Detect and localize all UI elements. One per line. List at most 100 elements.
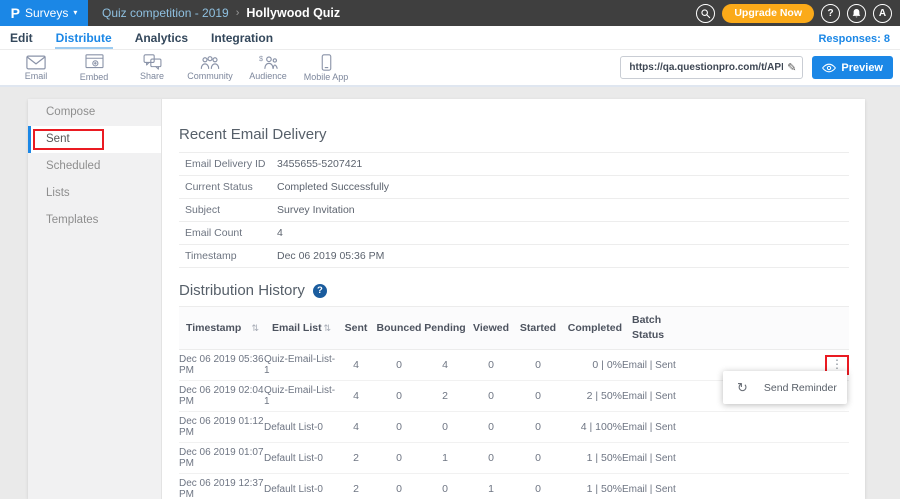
responses-count-link[interactable]: Responses: 8: [818, 33, 890, 49]
row3-viewed: 0: [468, 412, 514, 443]
mobile-phone-icon: [321, 54, 332, 71]
row3-email-list: Default List-0: [264, 412, 336, 443]
search-button[interactable]: [696, 4, 715, 23]
row3-bounced: 0: [376, 412, 422, 443]
preview-button[interactable]: Preview: [812, 56, 893, 79]
row5-sent: 2: [336, 474, 376, 499]
sort-icon[interactable]: ⇅: [323, 323, 336, 334]
subject-value: Survey Invitation: [277, 204, 355, 216]
envelope-icon: [26, 55, 46, 70]
chevron-down-icon: ▾: [73, 9, 77, 17]
row5-timestamp: Dec 06 2019 12:37 PM: [179, 474, 264, 499]
questionpro-logo[interactable]: P: [11, 5, 20, 21]
surveys-product-menu[interactable]: P Surveys ▾: [0, 0, 88, 26]
account-avatar[interactable]: A: [873, 4, 892, 23]
row2-timestamp: Dec 06 2019 02:04 PM: [179, 381, 264, 412]
breadcrumb-folder[interactable]: Quiz competition - 2019: [102, 6, 229, 20]
breadcrumb-survey-name: Hollywood Quiz: [246, 6, 340, 20]
col-bounced: Bounced: [376, 307, 422, 350]
toolbar-audience-button[interactable]: $ Audience: [239, 54, 297, 81]
help-button[interactable]: ?: [821, 4, 840, 23]
sidebar-item-lists[interactable]: Lists: [28, 180, 161, 207]
toolbar-share-label: Share: [140, 71, 164, 81]
upgrade-now-button[interactable]: Upgrade Now: [722, 4, 814, 23]
row1-bounced: 0: [376, 350, 422, 381]
row2-email-list: Quiz-Email-List-1: [264, 381, 336, 412]
people-group-icon: [200, 55, 220, 70]
timestamp-label: Timestamp: [185, 250, 277, 262]
col-actions: [710, 307, 849, 350]
toolbar-right-group: ✎ Preview: [620, 56, 900, 79]
history-row-5: Dec 06 2019 12:37 PM Default List-0 2 0 …: [179, 474, 849, 499]
tab-edit[interactable]: Edit: [9, 31, 34, 49]
row5-viewed: 1: [468, 474, 514, 499]
row-context-menu: ↻ Send Reminder: [723, 371, 847, 404]
notifications-button[interactable]: [847, 4, 866, 23]
email-count-value: 4: [277, 227, 283, 239]
edit-url-pencil-icon[interactable]: ✎: [785, 61, 802, 74]
tab-analytics[interactable]: Analytics: [134, 31, 189, 49]
row3-batch-status: Email | Sent: [622, 412, 710, 443]
tab-distribute[interactable]: Distribute: [55, 31, 113, 49]
history-help-button[interactable]: ?: [313, 284, 327, 298]
delivery-row-timestamp: Timestamp Dec 06 2019 05:36 PM: [179, 245, 849, 268]
toolbar-embed-label: Embed: [80, 72, 109, 82]
sidebar-item-scheduled[interactable]: Scheduled: [28, 153, 161, 180]
toolbar-email-button[interactable]: Email: [7, 55, 65, 81]
sort-icon[interactable]: ⇅: [251, 323, 264, 334]
delivery-row-id: Email Delivery ID 3455655-5207421: [179, 153, 849, 176]
toolbar-community-label: Community: [187, 71, 233, 81]
col-email-list[interactable]: Email List ⇅: [264, 307, 336, 350]
row3-started: 0: [514, 412, 562, 443]
row4-batch-status: Email | Sent: [622, 443, 710, 474]
current-status-value: Completed Successfully: [277, 181, 389, 193]
embed-window-gear-icon: [85, 54, 104, 71]
sidebar-item-sent-label: Sent: [46, 133, 70, 145]
row2-sent: 4: [336, 381, 376, 412]
sidebar-item-sent[interactable]: Sent: [28, 126, 161, 153]
toolbar-mobile-app-label: Mobile App: [304, 72, 349, 82]
row2-pending: 2: [422, 381, 468, 412]
row3-actions: [710, 412, 849, 443]
sidebar-item-compose[interactable]: Compose: [28, 99, 161, 126]
toolbar-share-button[interactable]: Share: [123, 54, 181, 81]
col-sent: Sent: [336, 307, 376, 350]
col-batch-status: Batch Status: [622, 307, 710, 350]
row2-completed: 2 | 50%: [562, 381, 622, 412]
history-row-3: Dec 06 2019 01:12 PM Default List-0 4 0 …: [179, 412, 849, 443]
survey-url-box: ✎: [620, 56, 803, 79]
toolbar-mobile-app-button[interactable]: Mobile App: [297, 54, 355, 82]
survey-nav-tabs: Edit Distribute Analytics Integration Re…: [0, 26, 900, 50]
col-timestamp[interactable]: Timestamp ⇅: [179, 307, 264, 350]
preview-button-label: Preview: [841, 62, 883, 74]
row4-sent: 2: [336, 443, 376, 474]
send-reminder-menu-item[interactable]: Send Reminder: [764, 382, 837, 394]
history-row-4: Dec 06 2019 01:07 PM Default List-0 2 0 …: [179, 443, 849, 474]
distribute-sidebar: Compose Sent Scheduled Lists Templates: [28, 99, 162, 499]
row-menu-kebab-icon[interactable]: ⋮: [831, 357, 843, 371]
question-mark-icon: ?: [827, 8, 833, 19]
row4-actions: [710, 443, 849, 474]
sidebar-item-templates[interactable]: Templates: [28, 207, 161, 234]
avatar-initial: A: [879, 8, 886, 19]
delivery-id-value: 3455655-5207421: [277, 158, 362, 170]
row4-timestamp: Dec 06 2019 01:07 PM: [179, 443, 264, 474]
send-reminder-clock-icon: ↻: [737, 381, 748, 394]
eye-icon: [822, 63, 836, 73]
row4-pending: 1: [422, 443, 468, 474]
row3-timestamp: Dec 06 2019 01:12 PM: [179, 412, 264, 443]
toolbar-community-button[interactable]: Community: [181, 55, 239, 81]
row5-batch-status: Email | Sent: [622, 474, 710, 499]
row4-email-list: Default List-0: [264, 443, 336, 474]
row5-started: 0: [514, 474, 562, 499]
top-header: P Surveys ▾ Quiz competition - 2019 › Ho…: [0, 0, 900, 26]
toolbar-embed-button[interactable]: Embed: [65, 54, 123, 82]
survey-url-input[interactable]: [621, 62, 785, 73]
row2-bounced: 0: [376, 381, 422, 412]
row1-batch-status: Email | Sent: [622, 350, 710, 381]
tab-integration[interactable]: Integration: [210, 31, 274, 49]
row3-completed: 4 | 100%: [562, 412, 622, 443]
row3-sent: 4: [336, 412, 376, 443]
row5-email-list: Default List-0: [264, 474, 336, 499]
row1-pending: 4: [422, 350, 468, 381]
